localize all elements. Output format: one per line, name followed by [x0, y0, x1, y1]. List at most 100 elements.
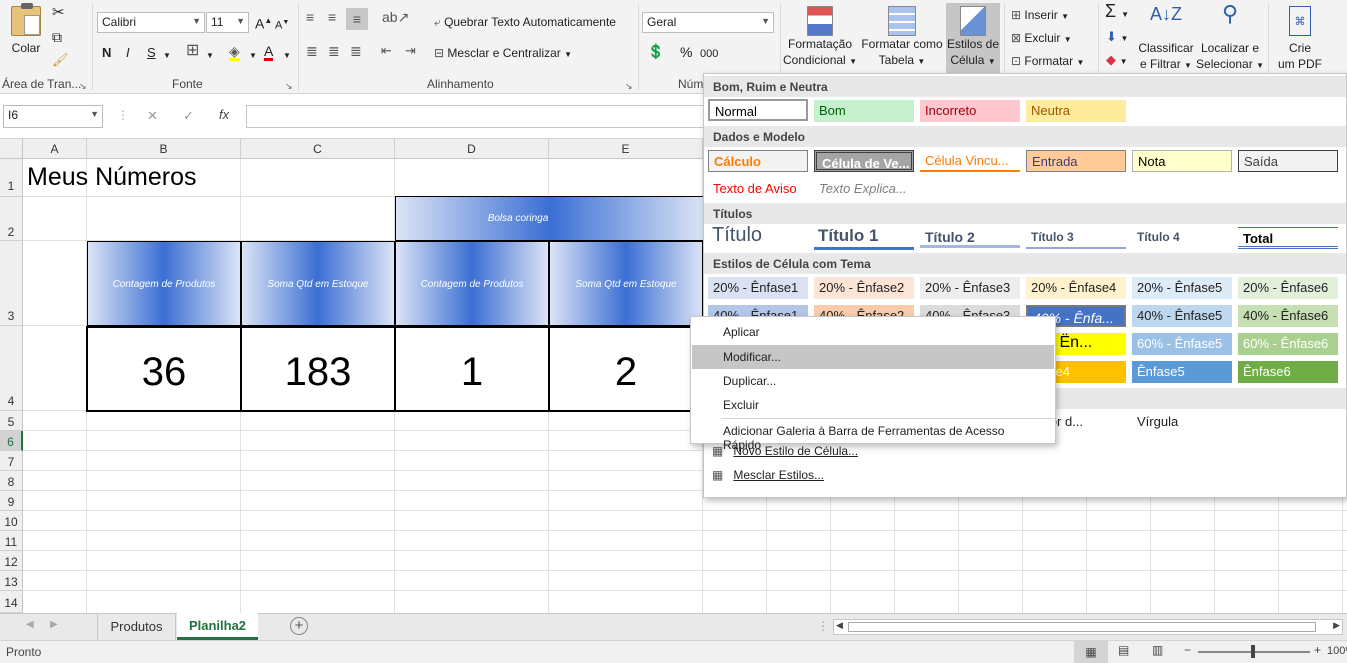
- scroll-left-icon[interactable]: ◀: [836, 620, 843, 631]
- orientation-icon[interactable]: ab↗: [382, 10, 409, 24]
- paste-button[interactable]: Colar: [6, 3, 46, 56]
- delete-cells-button[interactable]: ⊠ Excluir ▼: [1011, 31, 1072, 47]
- tab-planilha2[interactable]: Planilha2: [177, 613, 258, 640]
- style-60-accent6[interactable]: 60% - Ênfase6: [1238, 333, 1338, 355]
- row-header[interactable]: 14: [0, 591, 23, 613]
- style-20-accent5[interactable]: 20% - Ênfase5: [1132, 277, 1232, 299]
- style-warning-text[interactable]: Texto de Aviso: [708, 178, 808, 200]
- italic-button[interactable]: I: [126, 46, 130, 60]
- zoom-out-icon[interactable]: −: [1184, 643, 1191, 657]
- align-bottom-icon[interactable]: ≡: [346, 8, 368, 30]
- autosum-icon[interactable]: Σ ▼: [1105, 2, 1129, 22]
- align-center-icon[interactable]: ≣: [328, 44, 340, 58]
- borders-dropdown-icon[interactable]: ▼: [206, 49, 214, 63]
- sheet-title-cell[interactable]: Meus Números: [27, 163, 197, 192]
- value-cell[interactable]: 183: [240, 326, 396, 412]
- align-right-icon[interactable]: ≣: [350, 44, 362, 58]
- column-header-d[interactable]: D: [395, 139, 549, 159]
- row-header[interactable]: 12: [0, 551, 23, 571]
- row-header-active[interactable]: 6: [0, 431, 23, 451]
- style-title[interactable]: Título: [708, 224, 808, 250]
- column-header-b[interactable]: B: [87, 139, 241, 159]
- style-20-accent4[interactable]: 20% - Ênfase4: [1026, 277, 1126, 299]
- align-middle-icon[interactable]: ≡: [328, 10, 336, 24]
- formula-input[interactable]: [246, 105, 706, 128]
- row-header[interactable]: 4: [0, 326, 23, 411]
- scroll-right-icon[interactable]: ▶: [1333, 620, 1340, 631]
- merge-center-button[interactable]: ⊟ Mesclar e Centralizar ▼: [434, 46, 572, 62]
- style-20-accent6[interactable]: 20% - Ênfase6: [1238, 277, 1338, 299]
- header-cell[interactable]: Contagem de Produtos: [395, 241, 549, 326]
- zoom-level[interactable]: 100%: [1327, 645, 1347, 657]
- format-cells-button[interactable]: ⊡ Formatar ▼: [1011, 54, 1084, 70]
- style-accent6[interactable]: Ênfase6: [1238, 361, 1338, 383]
- context-item-delete[interactable]: Excluir: [692, 393, 1054, 417]
- header-cell[interactable]: Soma Qtd em Estoque: [241, 241, 395, 326]
- format-painter-icon[interactable]: 🖌: [52, 53, 69, 67]
- column-header-e[interactable]: E: [549, 139, 703, 159]
- zoom-slider-thumb[interactable]: [1251, 645, 1255, 658]
- merge-styles-item[interactable]: ▦ Mesclar Estilos...: [708, 465, 1008, 487]
- row-header[interactable]: 3: [0, 241, 23, 326]
- value-cell[interactable]: 1: [394, 326, 550, 412]
- fill-color-icon[interactable]: ◈: [229, 44, 240, 61]
- style-20-accent1[interactable]: 20% - Ênfase1: [708, 277, 808, 299]
- format-as-table-button[interactable]: Formatar como Tabela ▼: [858, 6, 946, 70]
- cell-styles-button[interactable]: Estilos de Célula ▼: [946, 3, 1000, 74]
- number-format-combo[interactable]: Geral ▼: [642, 12, 774, 33]
- font-launcher-icon[interactable]: ↘: [285, 79, 293, 93]
- context-item-apply[interactable]: Aplicar: [692, 320, 1054, 344]
- row-header[interactable]: 8: [0, 471, 23, 491]
- insert-cells-button[interactable]: ⊞ Inserir ▼: [1011, 8, 1069, 24]
- select-all-corner[interactable]: [0, 139, 23, 159]
- font-name-combo[interactable]: Calibri ▼: [97, 12, 205, 33]
- style-accent5[interactable]: Ênfase5: [1132, 361, 1232, 383]
- style-neutral[interactable]: Neutra: [1026, 100, 1126, 122]
- style-comma[interactable]: Vírgula: [1132, 411, 1232, 433]
- font-size-combo[interactable]: 11 ▼: [206, 12, 249, 33]
- style-heading-3[interactable]: Título 3: [1026, 227, 1126, 249]
- tab-scroll-left-icon[interactable]: ◀: [26, 619, 34, 630]
- wrap-text-button[interactable]: ⤶ Quebrar Texto Automaticamente: [434, 15, 616, 29]
- tab-produtos[interactable]: Produtos: [97, 614, 176, 640]
- style-heading-1[interactable]: Título 1: [814, 225, 914, 250]
- zoom-slider[interactable]: [1198, 645, 1310, 658]
- find-select-button[interactable]: ⚲ Localizar e Selecionar ▼: [1196, 3, 1264, 74]
- bold-button[interactable]: N: [102, 46, 111, 60]
- font-color-button[interactable]: A: [264, 44, 274, 61]
- increase-indent-icon[interactable]: ⇥: [405, 44, 416, 58]
- fill-icon[interactable]: ⬇ ▼: [1106, 30, 1128, 46]
- row-header[interactable]: 11: [0, 531, 23, 551]
- conditional-formatting-button[interactable]: Formatação Condicional ▼: [782, 6, 858, 70]
- page-layout-icon[interactable]: ▤: [1118, 643, 1129, 657]
- style-40-accent6[interactable]: 40% - Ênfase6: [1238, 305, 1338, 327]
- align-left-icon[interactable]: ≣: [306, 44, 318, 58]
- value-cell[interactable]: 36: [86, 326, 242, 412]
- page-break-icon[interactable]: ▥: [1152, 643, 1163, 657]
- style-linked-cell[interactable]: Célula Vincu...: [920, 150, 1020, 172]
- context-item-add-to-quick-access[interactable]: Adicionar Galeria à Barra de Ferramentas…: [692, 419, 1054, 452]
- align-top-icon[interactable]: ≡: [306, 10, 314, 24]
- row-header[interactable]: 9: [0, 491, 23, 511]
- row-header[interactable]: 1: [0, 159, 23, 197]
- style-20-accent3[interactable]: 20% - Ênfase3: [920, 277, 1020, 299]
- clear-icon[interactable]: ◆ ▼: [1106, 53, 1128, 69]
- grow-font-button[interactable]: A▲: [255, 14, 272, 31]
- value-cell[interactable]: 2: [548, 326, 704, 412]
- context-item-duplicate[interactable]: Duplicar...: [692, 369, 1054, 393]
- fill-dropdown-icon[interactable]: ▼: [249, 49, 257, 63]
- thousands-button[interactable]: 000: [700, 47, 718, 61]
- style-calculation[interactable]: Cálculo: [708, 150, 808, 172]
- row-header[interactable]: 10: [0, 511, 23, 531]
- header-cell[interactable]: Soma Qtd em Estoque: [549, 241, 703, 326]
- add-sheet-button[interactable]: +: [290, 617, 308, 635]
- alignment-launcher-icon[interactable]: ↘: [625, 79, 633, 93]
- clipboard-launcher-icon[interactable]: ↘: [79, 79, 87, 93]
- font-color-dropdown-icon[interactable]: ▼: [283, 49, 291, 63]
- create-pdf-button[interactable]: ⌘ Crie um PDF: [1272, 6, 1328, 72]
- style-40-accent5[interactable]: 40% - Ênfase5: [1132, 305, 1232, 327]
- horizontal-scrollbar[interactable]: ◀ ▶: [833, 619, 1343, 635]
- style-normal[interactable]: Normal: [708, 99, 808, 121]
- name-box[interactable]: I6 ▼: [3, 105, 103, 128]
- column-header-c[interactable]: C: [241, 139, 395, 159]
